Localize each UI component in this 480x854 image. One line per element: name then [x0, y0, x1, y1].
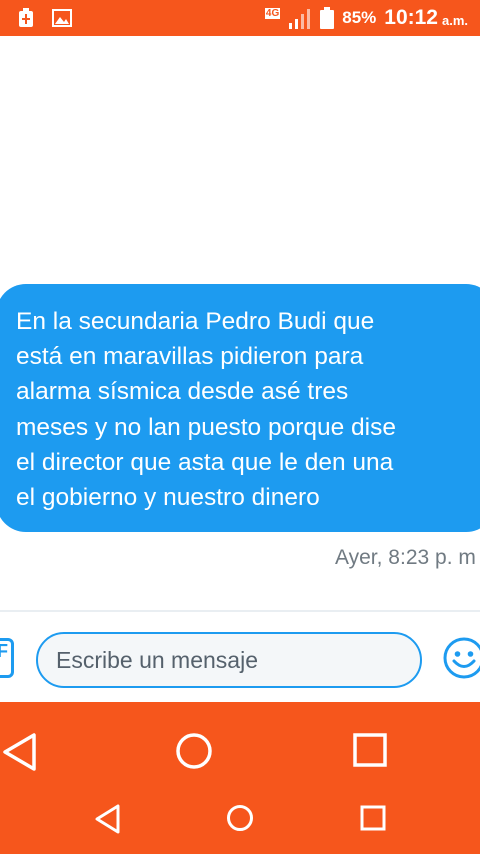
conversation-view[interactable]: En la secundaria Pedro Budi que está en …	[0, 36, 480, 610]
clock-time: 10:12	[384, 6, 438, 29]
network-type: 4G	[264, 7, 281, 19]
back-icon[interactable]	[0, 732, 40, 772]
battery-icon	[320, 7, 335, 29]
back-icon[interactable]	[94, 804, 122, 834]
system-navigation-bar	[0, 796, 480, 854]
message-bubble[interactable]: En la secundaria Pedro Budi que está en …	[0, 284, 480, 532]
navigation-bar	[0, 702, 480, 796]
recents-icon[interactable]	[352, 732, 388, 768]
message-text: En la secundaria Pedro Budi que está en …	[16, 308, 396, 512]
clock-ampm: a.m.	[441, 13, 468, 28]
battery-percent: 85%	[342, 8, 377, 27]
image-notification-icon	[52, 9, 72, 27]
gif-button[interactable]: F	[0, 638, 14, 678]
home-icon[interactable]	[226, 804, 254, 832]
emoji-icon[interactable]	[442, 636, 480, 680]
message-input[interactable]	[36, 632, 422, 688]
home-icon[interactable]	[174, 731, 214, 771]
recents-icon[interactable]	[360, 805, 386, 831]
signal-icon	[289, 9, 311, 29]
status-bar: 4G 85% 10:12 a.m.	[0, 0, 480, 36]
message-timestamp: Ayer, 8:23 p. m	[335, 546, 476, 569]
battery-saver-icon	[19, 8, 33, 27]
message-composer: F	[0, 610, 480, 702]
